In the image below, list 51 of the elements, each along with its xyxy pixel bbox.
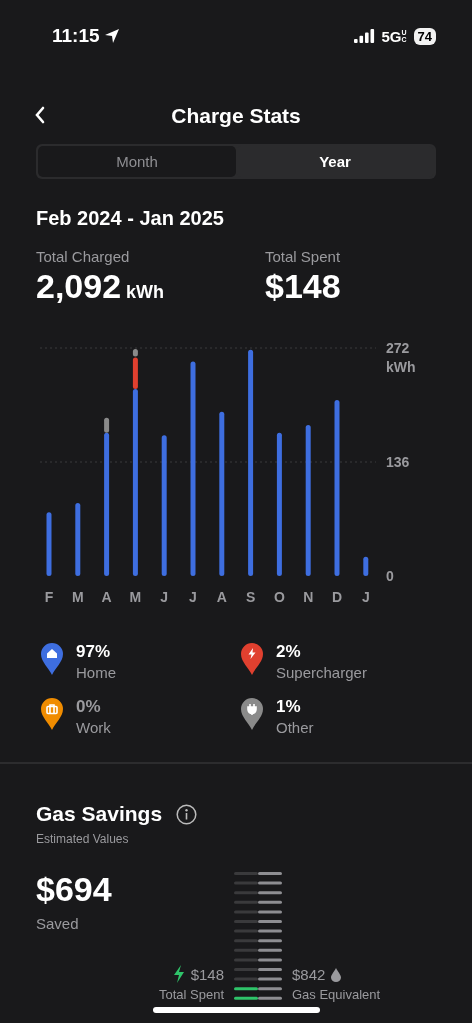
period-tab[interactable]: Month bbox=[38, 146, 236, 177]
signal-icon bbox=[353, 29, 376, 43]
chart-bar bbox=[363, 556, 369, 576]
drop-icon bbox=[331, 967, 342, 982]
month-label: F bbox=[44, 589, 54, 605]
section-subtitle: Estimated Values bbox=[36, 832, 130, 846]
axis-unit-label: kWh bbox=[386, 359, 416, 375]
legend-percent: 2% bbox=[276, 642, 302, 662]
month-label: M bbox=[129, 589, 142, 605]
month-label: J bbox=[189, 589, 197, 605]
axis-tick-label: 136 bbox=[386, 454, 410, 470]
battery-level: 74 bbox=[413, 27, 436, 45]
gas-value: $842 bbox=[292, 966, 326, 983]
axis-tick-label: 272 bbox=[386, 340, 410, 356]
month-label: J bbox=[361, 589, 370, 605]
chevron-left-icon bbox=[34, 106, 46, 124]
month-label: S bbox=[245, 589, 256, 605]
legend-label: Other bbox=[276, 719, 314, 736]
bolt-icon bbox=[172, 965, 185, 983]
total-label: Total Spent bbox=[265, 248, 342, 265]
legend-label: Supercharger bbox=[276, 664, 367, 681]
legend-label: Home bbox=[76, 664, 116, 681]
legend-percent: 1% bbox=[276, 697, 302, 717]
location-arrow-icon bbox=[103, 28, 120, 44]
total-label: Total Charged bbox=[36, 248, 131, 265]
total-value: 2,092 bbox=[36, 267, 122, 306]
saved-value: $694 bbox=[36, 870, 113, 909]
legend-percent: 97% bbox=[76, 642, 112, 662]
month-label: O bbox=[273, 589, 285, 605]
network-label: 5G bbox=[381, 27, 402, 45]
spent-value: $148 bbox=[190, 965, 224, 983]
total-unit: kWh bbox=[126, 282, 165, 303]
month-label: M bbox=[71, 589, 84, 605]
spent-label: Total Spent bbox=[158, 987, 224, 1002]
info-icon[interactable] bbox=[176, 803, 198, 825]
month-label: N bbox=[303, 589, 314, 605]
date-range: Feb 2024 - Jan 2025 bbox=[36, 207, 225, 230]
legend-percent: 0% bbox=[76, 697, 102, 717]
month-label: A bbox=[101, 589, 112, 605]
total-value: $148 bbox=[265, 267, 341, 306]
legend-label: Work bbox=[76, 719, 111, 736]
gas-label: Gas Equivalent bbox=[292, 987, 381, 1002]
page-title: Charge Stats bbox=[171, 104, 301, 128]
saved-label: Saved bbox=[36, 915, 80, 932]
month-label: D bbox=[331, 589, 343, 605]
section-title: Gas Savings bbox=[36, 802, 163, 826]
month-label: A bbox=[216, 589, 227, 605]
axis-tick-label: 0 bbox=[386, 568, 394, 584]
month-label: J bbox=[160, 589, 169, 605]
status-time: 11:15 bbox=[52, 25, 100, 47]
chart-bar bbox=[46, 512, 52, 576]
